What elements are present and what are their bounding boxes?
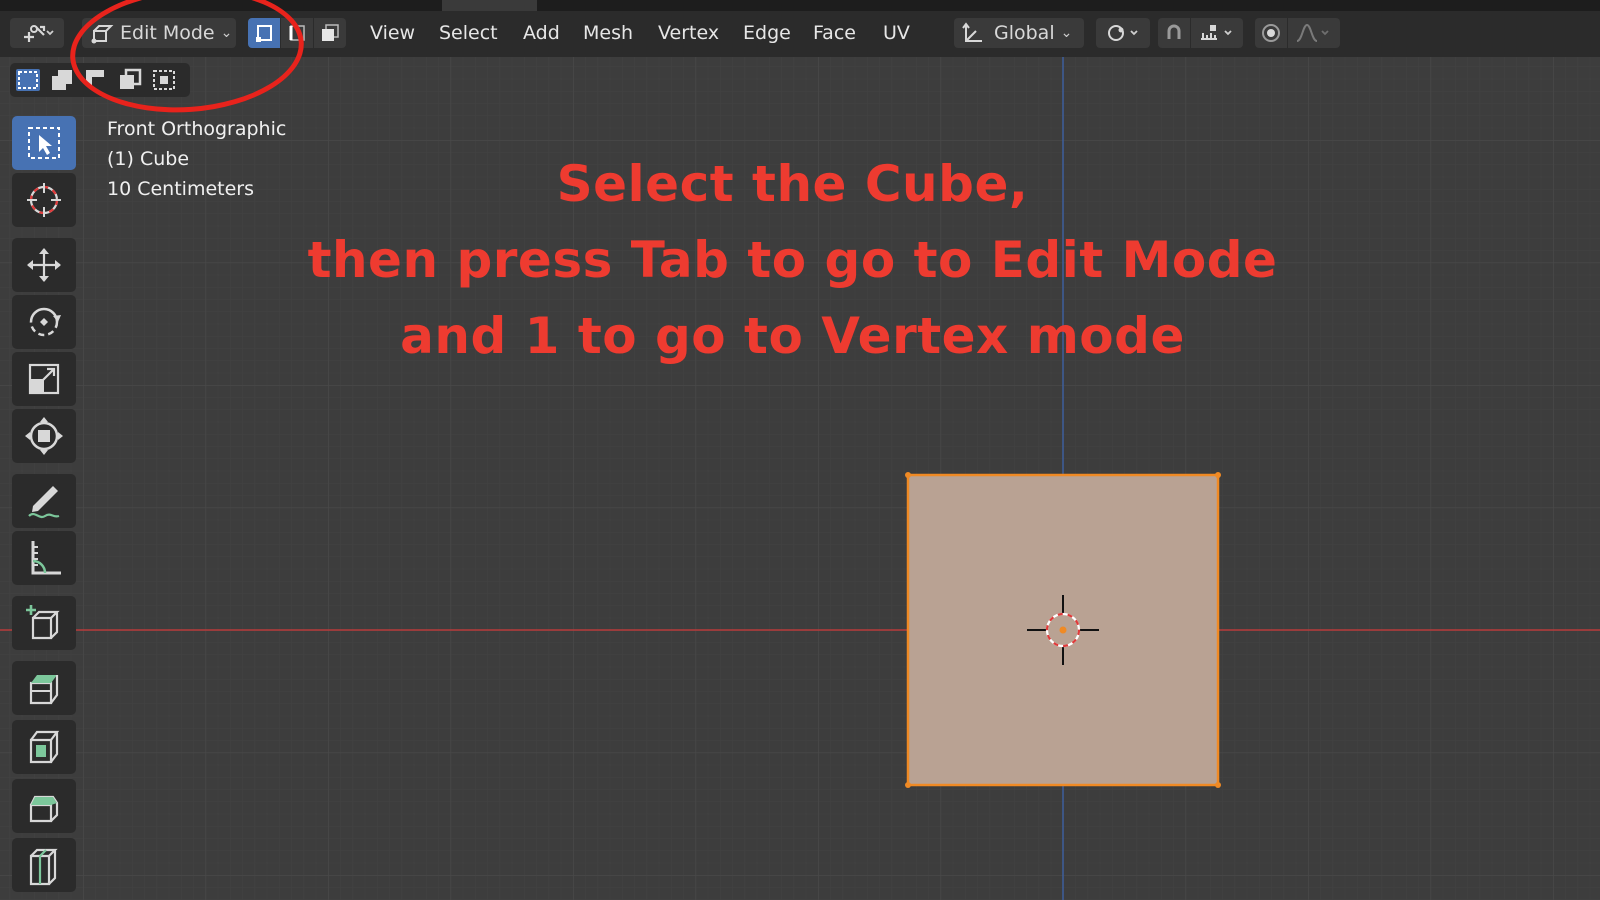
snap-increment-icon [1201,25,1232,40]
move-tool[interactable] [12,238,76,292]
edge-select-icon [289,25,305,41]
select-subtract-icon[interactable] [82,67,110,93]
editor-type-icon [24,25,54,42]
editor-type-button[interactable] [10,18,64,48]
blender-window: Edit Mode ⌄ View Select Add Mesh Vertex [0,0,1600,900]
bevel-icon [29,795,59,823]
grid-scale-text: 10 Centimeters [107,178,254,200]
measure-ruler-icon [31,541,61,575]
inset-faces-tool[interactable] [12,720,76,774]
loop-cut-tool[interactable] [12,838,76,892]
menu-select[interactable]: Select [435,18,502,48]
viewport-header: Edit Mode ⌄ View Select Add Mesh Vertex [0,11,1600,57]
select-cursor-icon [28,127,60,159]
vertex-select-icon [256,25,272,42]
instruction-line-2: then press Tab to go to Edit Mode [307,231,1278,289]
view-name-text: Front Orthographic [107,118,287,140]
pivot-point-dropdown[interactable] [1096,18,1150,48]
select-invert-icon[interactable] [116,67,144,93]
proportional-edit-toggle[interactable] [1255,18,1287,48]
menu-vertex[interactable]: Vertex [654,18,723,48]
mode-dropdown[interactable]: Edit Mode ⌄ [82,18,236,48]
bevel-tool[interactable] [12,779,76,833]
scale-tool[interactable] [12,352,76,406]
transform-orientation-dropdown[interactable]: Global ⌄ [954,18,1084,48]
edge-select-button[interactable] [281,18,313,48]
inset-faces-icon [29,730,60,764]
proportional-edit-icon [1262,24,1280,42]
extrude-region-tool[interactable] [12,661,76,715]
loop-cut-icon [29,848,58,886]
extrude-region-icon [29,675,59,705]
annotate-tool[interactable] [12,474,76,528]
falloff-curve-icon [1296,23,1329,42]
select-mode-bar [10,63,190,97]
cursor-tool[interactable] [12,173,76,227]
tool-shelf [10,112,78,900]
cube-vertex[interactable] [905,782,911,788]
snap-target-dropdown[interactable] [1191,18,1243,48]
chevron-down-icon: ⌄ [1060,25,1073,41]
menu-mesh[interactable]: Mesh [579,18,637,48]
menu-edge[interactable]: Edge [739,18,795,48]
face-select-icon [322,24,339,41]
scale-icon [28,363,60,395]
viewport-info-overlay: Front Orthographic (1) Cube 10 Centimete… [107,114,286,204]
move-arrows-icon [27,248,61,282]
instruction-line-3: and 1 to go to Vertex mode [400,307,1185,365]
vertex-select-button[interactable] [248,18,280,48]
measure-tool[interactable] [12,531,76,585]
select-box-tool[interactable] [12,116,76,170]
transform-tool[interactable] [12,409,76,463]
cube-vertex[interactable] [1215,472,1221,478]
instruction-line-1: Select the Cube, [556,155,1029,213]
orientation-icon [962,22,982,42]
cube-vertex[interactable] [1215,782,1221,788]
select-intersect-icon[interactable] [150,67,178,93]
menu-uv[interactable]: UV [879,18,914,48]
mode-label: Edit Mode [120,22,215,44]
active-object-text: (1) Cube [107,148,190,170]
orientation-label: Global [994,22,1055,44]
proportional-falloff-dropdown[interactable] [1288,18,1340,48]
transform-icon [25,417,63,455]
crosshair-cursor-icon [27,183,61,217]
cube-vertex[interactable] [905,472,911,478]
annotate-pencil-icon [28,486,60,519]
rotate-tool[interactable] [12,295,76,349]
pivot-icon [1108,25,1138,41]
chevron-down-icon: ⌄ [220,25,233,41]
add-cube-tool[interactable] [12,596,76,650]
snap-icon [1167,24,1181,39]
menu-view[interactable]: View [366,18,419,48]
select-extend-icon[interactable] [48,67,76,93]
snap-toggle[interactable] [1158,18,1190,48]
menu-face[interactable]: Face [809,18,860,48]
select-box-new-icon[interactable] [14,67,42,93]
add-cube-icon [26,605,60,640]
rotate-icon [29,307,61,337]
face-select-button[interactable] [314,18,346,48]
menu-add[interactable]: Add [519,18,564,48]
edit-mode-icon [91,25,114,44]
